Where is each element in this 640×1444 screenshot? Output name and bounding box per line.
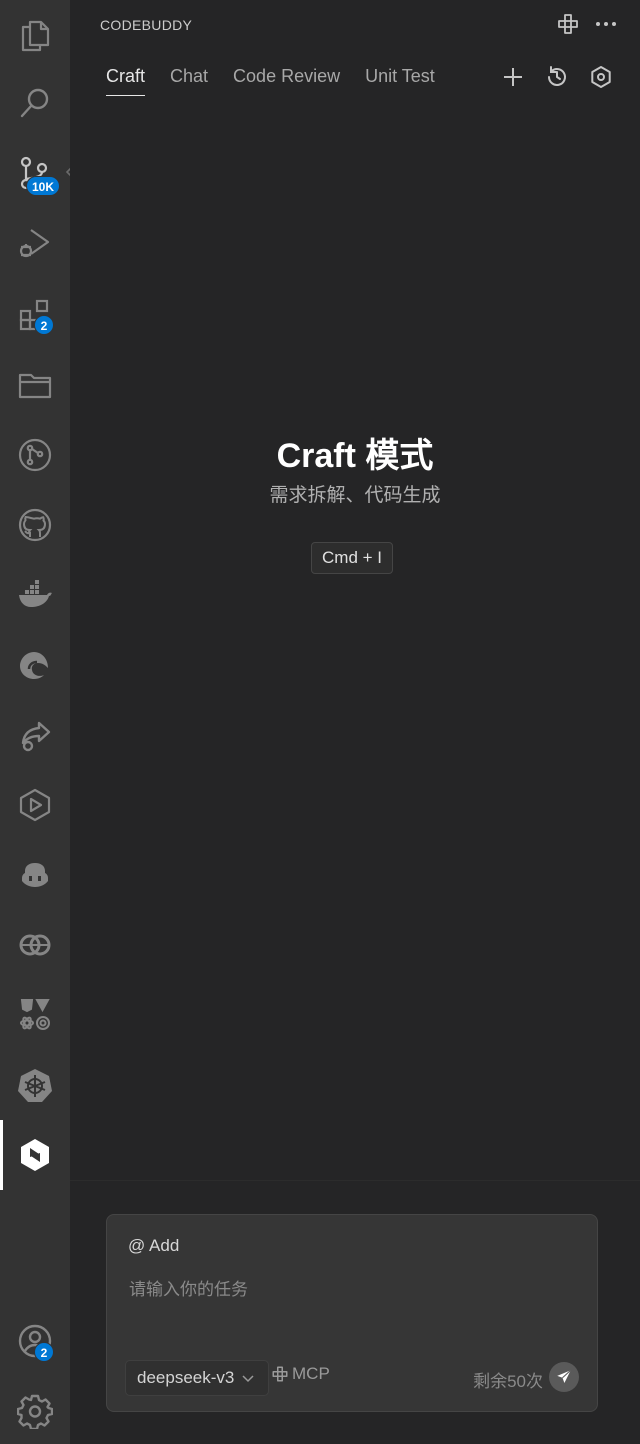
model-select[interactable]: deepseek-v3 [125, 1360, 270, 1396]
chevron-down-icon [242, 1375, 254, 1383]
shortcut-hint: Cmd + I [311, 542, 393, 574]
add-context-button[interactable]: @ Add [128, 1236, 179, 1256]
source-control-badge: 10K [26, 176, 61, 196]
history-button[interactable] [544, 64, 570, 90]
activity-extensions[interactable]: 2 [0, 280, 70, 350]
hero-title: Craft 模式 [276, 437, 434, 475]
git-graph-icon [18, 438, 52, 472]
divider [70, 1180, 640, 1181]
settings-button[interactable] [588, 64, 614, 90]
send-icon [557, 1369, 572, 1383]
mcp-small-icon [272, 1366, 288, 1382]
more-actions-button[interactable] [594, 12, 618, 36]
docker-icon [19, 580, 52, 607]
activity-search[interactable] [0, 68, 70, 138]
mcp-label: MCP [292, 1364, 330, 1383]
remaining-count: 剩余50次 [473, 1372, 543, 1391]
activity-kubernetes[interactable] [0, 1050, 70, 1120]
app-window: 10K 2 2 CODEBUDDY Craft Chat Code Review… [0, 0, 640, 1444]
mcp-button[interactable] [556, 12, 580, 36]
panel-title: CODEBUDDY [100, 17, 193, 33]
search-icon [20, 88, 49, 118]
tab-actions [500, 64, 614, 90]
files-icon [21, 20, 50, 52]
codebuddy-panel: CODEBUDDY Craft Chat Code Review Unit Te… [70, 0, 640, 1444]
activity-edge[interactable] [0, 630, 70, 700]
history-icon [548, 66, 566, 86]
new-session-button[interactable] [500, 64, 526, 90]
accounts-badge: 2 [34, 1342, 54, 1362]
mcp-tools-button[interactable]: MCP [271, 1364, 330, 1384]
settings-hex-icon [591, 66, 611, 88]
activity-github[interactable] [0, 490, 70, 560]
remote-icon [19, 934, 51, 956]
activity-docker[interactable] [0, 560, 70, 630]
activity-accounts[interactable]: 2 [0, 1306, 70, 1376]
mcp-icon [558, 14, 578, 34]
task-input-box: @ Add 请输入你的任务 deepseek-v3 MCP 剩余50次 [106, 1214, 598, 1412]
kubernetes-icon [18, 1069, 52, 1102]
plus-icon [504, 68, 522, 86]
activity-copilot[interactable] [0, 840, 70, 910]
github-icon [18, 508, 52, 542]
tab-chat[interactable]: Chat [170, 66, 208, 96]
activity-settings[interactable] [0, 1376, 70, 1444]
activity-play[interactable] [0, 770, 70, 840]
activity-run-debug[interactable] [0, 208, 70, 278]
gear-icon [17, 1394, 53, 1429]
tab-craft[interactable]: Craft [106, 66, 146, 96]
edge-icon [20, 652, 48, 679]
model-select-value: deepseek-v3 [137, 1368, 235, 1387]
activity-git-graph[interactable] [0, 420, 70, 490]
play-icon [19, 788, 51, 822]
hero-subtitle: 需求拆解、代码生成 [269, 485, 441, 506]
activity-explorer[interactable] [0, 0, 70, 70]
mode-tabs: Craft Chat Code Review Unit Test [106, 66, 460, 96]
tab-code-review[interactable]: Code Review [233, 66, 340, 96]
frameworks-icon [20, 999, 50, 1030]
activity-source-control[interactable]: 10K [0, 138, 70, 208]
activity-folders[interactable] [0, 350, 70, 420]
run-debug-icon [19, 229, 50, 258]
send-button[interactable] [549, 1362, 579, 1392]
copilot-icon [22, 863, 48, 887]
live-share-icon [21, 721, 51, 752]
activity-codebuddy[interactable] [0, 1120, 70, 1190]
codebuddy-icon [21, 1139, 49, 1171]
activity-bar: 10K 2 2 [0, 0, 74, 1444]
panel-title-actions [556, 12, 618, 36]
more-icon [596, 22, 616, 26]
activity-live-share[interactable] [0, 700, 70, 770]
folder-icon [18, 373, 52, 399]
task-input[interactable]: 请输入你的任务 [129, 1275, 248, 1300]
activity-remote[interactable] [0, 910, 70, 980]
extensions-badge: 2 [34, 315, 54, 335]
activity-frameworks[interactable] [0, 980, 70, 1050]
tab-unit-test[interactable]: Unit Test [365, 66, 435, 96]
